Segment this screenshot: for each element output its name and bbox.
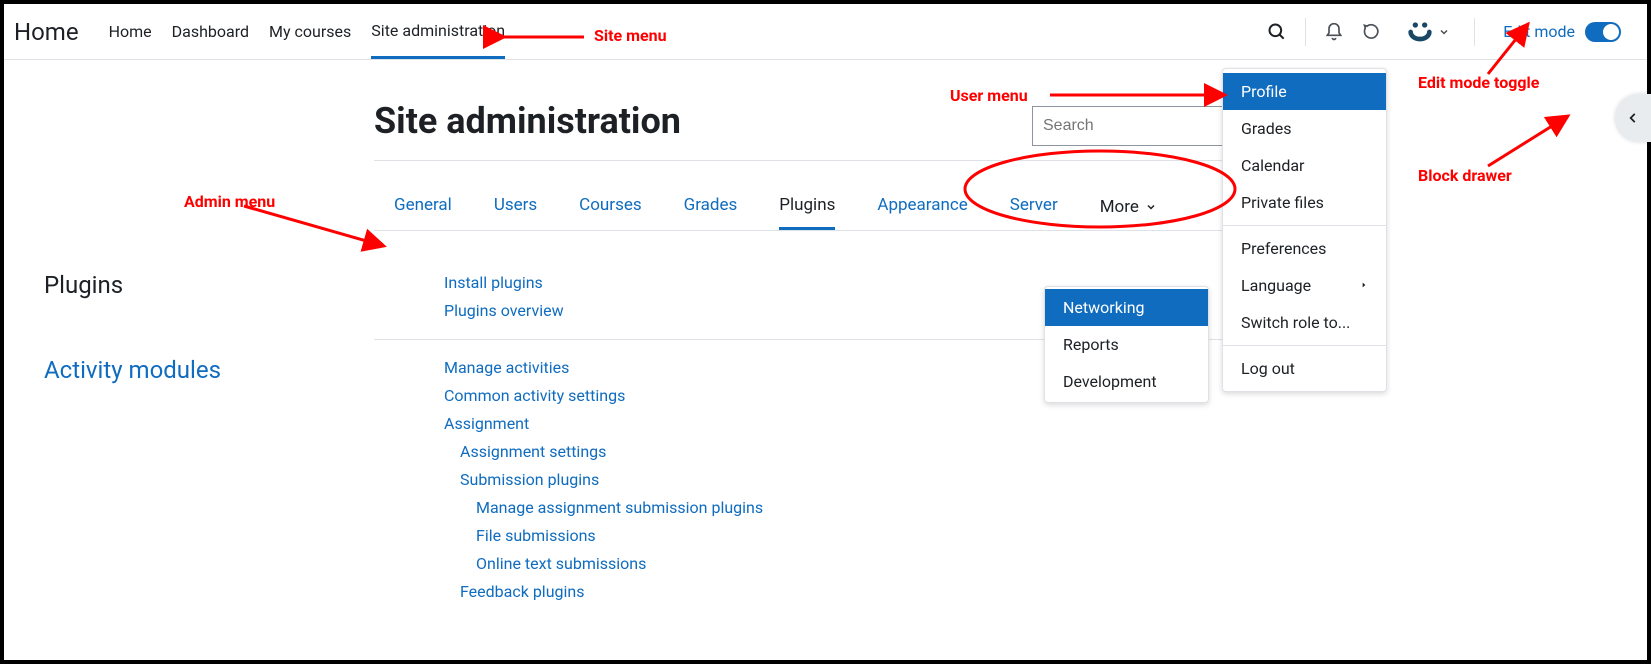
divider	[1305, 18, 1306, 46]
tab-courses[interactable]: Courses	[579, 187, 641, 230]
section-heading: Plugins	[44, 271, 404, 299]
edit-mode-label: Edit mode	[1503, 22, 1575, 41]
admin-tabs: General Users Courses Grades Plugins Appearan…	[374, 177, 1277, 231]
more-menu-development[interactable]: Development	[1045, 363, 1208, 400]
edit-mode-control: Edit mode	[1493, 22, 1631, 42]
chevron-right-icon	[1360, 279, 1368, 291]
search-icon[interactable]	[1267, 22, 1287, 42]
tab-grades[interactable]: Grades	[684, 187, 738, 230]
chevron-left-icon	[1626, 111, 1640, 125]
user-menu-dropdown: ProfileGradesCalendarPrivate files Prefer…	[1222, 68, 1387, 392]
nav-item-my-courses[interactable]: My courses	[269, 6, 351, 57]
more-menu-networking[interactable]: Networking	[1045, 289, 1208, 326]
brand-title: Home	[14, 18, 79, 46]
top-icons: Edit mode	[1267, 18, 1637, 46]
user-menu-profile[interactable]: Profile	[1223, 73, 1386, 110]
user-menu-grades[interactable]: Grades	[1223, 110, 1386, 147]
page-content: Site administration GeneralUsersCoursesG…	[4, 60, 1647, 660]
setting-link[interactable]: File submissions	[444, 524, 763, 548]
section-heading[interactable]: Activity modules	[44, 356, 404, 384]
menu-divider	[1223, 225, 1386, 226]
more-menu-reports[interactable]: Reports	[1045, 326, 1208, 363]
user-menu-calendar[interactable]: Calendar	[1223, 147, 1386, 184]
user-menu-trigger[interactable]	[1400, 18, 1456, 46]
user-menu-language[interactable]: Language	[1223, 267, 1386, 304]
tab-plugins[interactable]: Plugins	[779, 187, 835, 230]
section-links: Manage activities Common activity setting…	[444, 356, 763, 604]
messages-icon[interactable]	[1362, 22, 1382, 42]
nav-item-home[interactable]: Home	[109, 6, 152, 57]
top-nav: Home Home Dashboard My courses Site adminis…	[4, 4, 1647, 60]
tab-users[interactable]: Users	[494, 187, 537, 230]
user-menu-log-out[interactable]: Log out	[1223, 350, 1386, 387]
nav-item-site-administration[interactable]: Site administration	[371, 5, 505, 59]
divider	[1474, 18, 1475, 46]
setting-link[interactable]: Manage activities	[444, 356, 763, 380]
section-links: Install plugins Plugins overview	[444, 271, 564, 323]
notifications-icon[interactable]	[1324, 22, 1344, 42]
menu-divider	[1223, 345, 1386, 346]
tab-appearance[interactable]: Appearance	[877, 187, 967, 230]
chevron-down-icon	[1145, 201, 1157, 213]
user-avatar-icon	[1406, 18, 1434, 46]
primary-nav: Home Dashboard My courses Site administrati…	[109, 5, 506, 59]
nav-item-dashboard[interactable]: Dashboard	[172, 6, 249, 57]
page-title: Site administration	[374, 100, 681, 142]
more-menu-dropdown: NetworkingReportsDevelopment	[1044, 286, 1209, 403]
setting-link[interactable]: Common activity settings	[444, 384, 763, 408]
chevron-down-icon	[1438, 26, 1450, 38]
setting-link[interactable]: Manage assignment submission plugins	[444, 496, 763, 520]
user-menu-private-files[interactable]: Private files	[1223, 184, 1386, 221]
user-menu-preferences[interactable]: Preferences	[1223, 230, 1386, 267]
setting-link[interactable]: Assignment settings	[444, 440, 763, 464]
setting-link[interactable]: Install plugins	[444, 271, 564, 295]
setting-link[interactable]: Feedback plugins	[444, 580, 763, 604]
setting-link[interactable]: Submission plugins	[444, 468, 763, 492]
tab-general[interactable]: General	[394, 187, 452, 230]
tab-server[interactable]: Server	[1010, 187, 1058, 230]
edit-mode-toggle[interactable]	[1585, 22, 1621, 42]
setting-link[interactable]: Online text submissions	[444, 552, 763, 576]
setting-link[interactable]: Plugins overview	[444, 299, 564, 323]
title-row: Site administration	[374, 100, 1277, 161]
tab-more[interactable]: More	[1100, 187, 1157, 230]
setting-link[interactable]: Assignment	[444, 412, 763, 436]
user-menu-switch-role-to-[interactable]: Switch role to...	[1223, 304, 1386, 341]
